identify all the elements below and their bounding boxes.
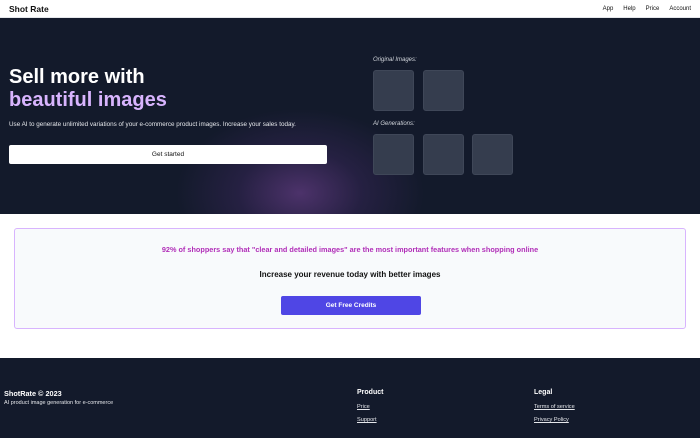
nav-links: App Help Price Account <box>603 6 691 12</box>
hero-title: Sell more with beautiful images <box>9 66 167 112</box>
nav-link-app[interactable]: App <box>603 6 614 12</box>
footer-link-support[interactable]: Support <box>357 417 377 423</box>
footer-link-terms[interactable]: Terms of service <box>534 404 575 410</box>
footer-product-title: Product <box>357 389 384 396</box>
hero-section: Sell more with beautiful images Use AI t… <box>0 18 700 214</box>
hero-title-line2: beautiful images <box>9 89 167 111</box>
footer-link-price[interactable]: Price <box>357 404 370 410</box>
stats-banner: 92% of shoppers say that "clear and deta… <box>14 228 686 329</box>
original-images-label: Original Images: <box>373 57 417 63</box>
nav-link-help[interactable]: Help <box>623 6 635 12</box>
get-free-credits-button[interactable]: Get Free Credits <box>281 296 421 315</box>
footer-tagline: AI product image generation for e-commer… <box>4 400 114 406</box>
revenue-subhead: Increase your revenue today with better … <box>259 270 441 279</box>
ai-generation-placeholder <box>423 134 464 175</box>
shopper-stat: 92% of shoppers say that "clear and deta… <box>161 245 539 254</box>
footer: ShotRate © 2023 AI product image generat… <box>0 358 700 438</box>
nav-link-price[interactable]: Price <box>646 6 660 12</box>
ai-generations-label: AI Generations: <box>373 121 415 127</box>
hero-title-line1: Sell more with <box>9 66 145 88</box>
ai-generation-placeholder <box>373 134 414 175</box>
ai-generation-placeholder <box>472 134 513 175</box>
original-image-placeholder <box>423 70 464 111</box>
footer-legal-title: Legal <box>534 389 553 396</box>
top-nav: Shot Rate App Help Price Account <box>0 0 700 18</box>
original-image-placeholder <box>373 70 414 111</box>
footer-brand: ShotRate © 2023 <box>4 389 62 398</box>
nav-link-account[interactable]: Account <box>669 6 691 12</box>
get-started-button[interactable]: Get started <box>9 145 327 164</box>
brand-logo[interactable]: Shot Rate <box>9 4 49 14</box>
hero-description: Use AI to generate unlimited variations … <box>9 121 296 128</box>
footer-link-privacy[interactable]: Privacy Policy <box>534 417 569 423</box>
